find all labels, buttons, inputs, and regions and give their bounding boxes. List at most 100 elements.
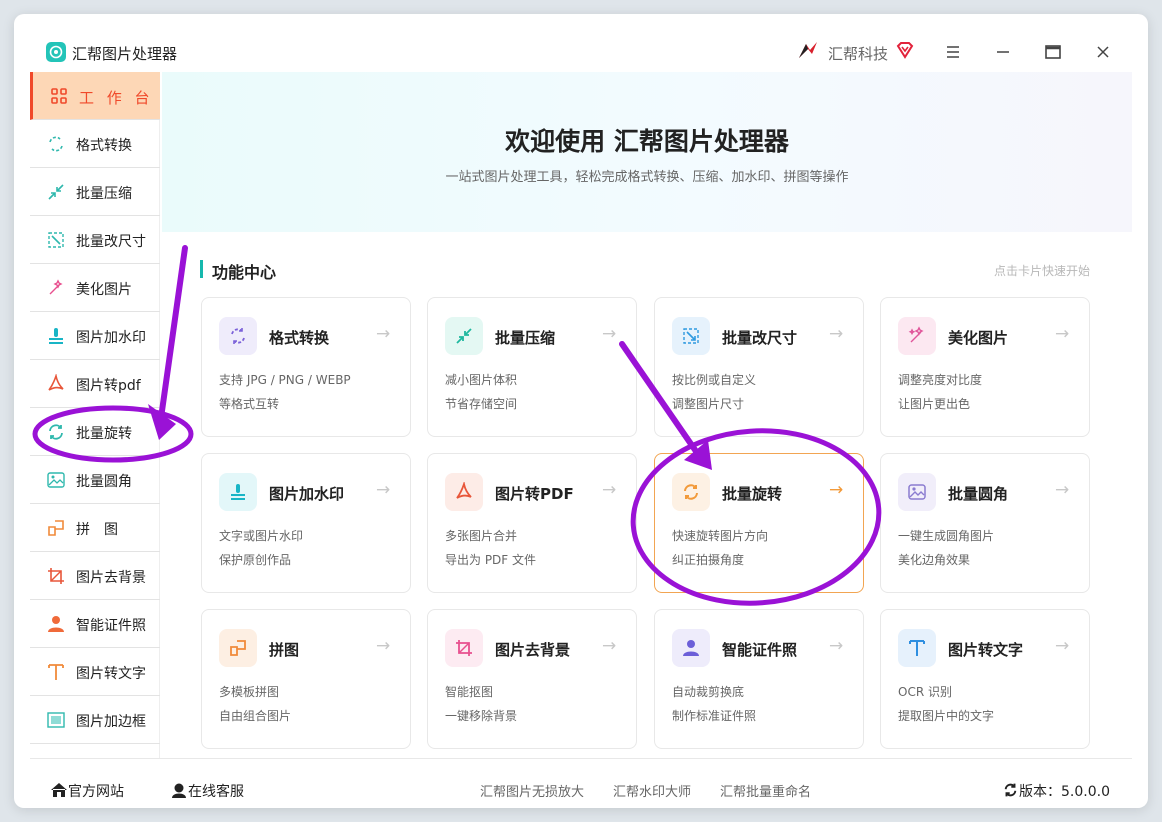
card-title: 拼图 <box>269 641 300 659</box>
card-desc: 调整图片尺寸 <box>672 397 745 411</box>
official-website-link[interactable]: 官方网站 <box>50 781 124 801</box>
close-button[interactable] <box>1091 40 1115 64</box>
refresh-icon <box>1004 783 1017 797</box>
arrow-right-icon: → <box>602 636 617 656</box>
watermark-icon <box>219 473 257 511</box>
footer-link-upscale[interactable]: 汇帮图片无损放大 <box>480 781 584 800</box>
sidebar-item-label: 美化图片 <box>76 282 132 298</box>
welcome-subtitle: 一站式图片处理工具，轻松完成格式转换、压缩、加水印、拼图等操作 <box>445 170 849 185</box>
card-watermark[interactable]: 图片加水印 → 文字或图片水印 保护原创作品 <box>201 453 411 593</box>
watermark-icon <box>49 328 63 344</box>
sidebar-item-label: 图片加水印 <box>76 330 146 346</box>
sidebar-item-label: 批量圆角 <box>76 474 132 490</box>
sidebar-item-rotate[interactable]: 批量旋转 <box>30 408 160 456</box>
convert-icon <box>219 317 257 355</box>
sidebar-item-collage[interactable]: 拼 图 <box>30 504 160 552</box>
card-desc: 自动裁剪换底 <box>672 685 745 699</box>
online-support-link[interactable]: 在线客服 <box>170 781 244 801</box>
card-desc: 纠正拍摄角度 <box>672 553 745 567</box>
sidebar-item-label: 工 作 台 <box>79 89 154 107</box>
card-resize[interactable]: 批量改尺寸 → 按比例或自定义 调整图片尺寸 <box>654 297 864 437</box>
card-desc: 节省存储空间 <box>445 397 518 411</box>
sidebar-item-watermark[interactable]: 图片加水印 <box>30 312 160 360</box>
arrow-right-icon: → <box>376 480 391 500</box>
beautify-icon <box>898 317 936 355</box>
support-agent-icon <box>172 783 186 798</box>
card-to-text[interactable]: 图片转文字 → OCR 识别 提取图片中的文字 <box>880 609 1090 749</box>
home-icon <box>51 783 67 797</box>
arrow-right-icon: → <box>829 636 844 656</box>
card-collage[interactable]: 拼图 → 多模板拼图 自由组合图片 <box>201 609 411 749</box>
card-beautify[interactable]: 美化图片 → 调整亮度对比度 让图片更出色 <box>880 297 1090 437</box>
sidebar-item-label: 图片去背景 <box>76 570 146 586</box>
card-round-corner[interactable]: 批量圆角 → 一键生成圆角图片 美化边角效果 <box>880 453 1090 593</box>
card-title: 美化图片 <box>948 329 1009 347</box>
arrow-right-icon: → <box>602 324 617 344</box>
text-icon <box>898 629 936 667</box>
card-title: 格式转换 <box>269 329 330 347</box>
menu-button[interactable] <box>941 40 965 64</box>
sidebar-item-label: 批量压缩 <box>76 186 132 202</box>
card-id-photo[interactable]: 智能证件照 → 自动裁剪换底 制作标准证件照 <box>654 609 864 749</box>
card-title: 图片加水印 <box>269 485 345 503</box>
card-format-convert[interactable]: 格式转换 → 支持 JPG / PNG / WEBP 等格式互转 <box>201 297 411 437</box>
person-icon <box>48 616 64 632</box>
card-compress[interactable]: 批量压缩 → 减小图片体积 节省存储空间 <box>427 297 637 437</box>
card-title: 批量压缩 <box>495 329 556 347</box>
sidebar-item-label: 图片转pdf <box>76 378 141 394</box>
sidebar-item-to-pdf[interactable]: 图片转pdf <box>30 360 160 408</box>
card-desc: 提取图片中的文字 <box>898 709 995 723</box>
footer-link-batch-rename[interactable]: 汇帮批量重命名 <box>720 781 811 800</box>
welcome-title: 欢迎使用 汇帮图片处理器 <box>505 127 789 156</box>
crop-icon <box>48 568 64 584</box>
sidebar: 工 作 台 格式转换 批量压缩 批量改尺寸 美化图片 图片加水印 图片转pdf <box>30 72 160 758</box>
pdf-icon <box>48 374 64 391</box>
brand-logo-icon <box>796 40 820 62</box>
sidebar-item-to-text[interactable]: 图片转文字 <box>30 648 160 696</box>
minimize-button[interactable] <box>991 40 1015 64</box>
arrow-right-icon: → <box>376 636 391 656</box>
sidebar-item-round-corner[interactable]: 批量圆角 <box>30 456 160 504</box>
vip-diamond-icon[interactable] <box>896 41 914 59</box>
arrow-right-icon: → <box>1055 480 1070 500</box>
card-desc: 文字或图片水印 <box>219 529 304 543</box>
card-desc: 多张图片合并 <box>445 529 518 543</box>
card-title: 批量改尺寸 <box>722 329 798 347</box>
footer-link-watermark-master[interactable]: 汇帮水印大师 <box>613 781 691 800</box>
sidebar-item-format-convert[interactable]: 格式转换 <box>30 120 160 168</box>
sidebar-item-frame[interactable]: 图片加边框 <box>30 696 160 744</box>
sidebar-item-resize[interactable]: 批量改尺寸 <box>30 216 160 264</box>
sidebar-item-id-photo[interactable]: 智能证件照 <box>30 600 160 648</box>
maximize-button[interactable] <box>1041 40 1065 64</box>
card-to-pdf[interactable]: 图片转PDF → 多张图片合并 导出为 PDF 文件 <box>427 453 637 593</box>
rotate-icon <box>49 424 63 440</box>
sidebar-item-label: 图片加边框 <box>76 714 146 730</box>
resize-icon <box>48 232 64 248</box>
sidebar-item-label: 拼 图 <box>76 522 118 538</box>
sidebar-item-label: 格式转换 <box>76 138 132 154</box>
collage-icon <box>219 629 257 667</box>
app-logo-icon <box>46 42 66 62</box>
section-accent-bar <box>200 260 203 278</box>
sidebar-item-beautify[interactable]: 美化图片 <box>30 264 160 312</box>
collage-icon <box>48 520 64 536</box>
card-title: 智能证件照 <box>722 641 798 659</box>
arrow-right-icon: → <box>1055 324 1070 344</box>
sidebar-item-label: 批量旋转 <box>76 426 132 442</box>
version-info: 版本：5.0.0.0 <box>1002 781 1110 801</box>
version-label: 版本：5.0.0.0 <box>1019 784 1110 800</box>
card-desc: 等格式互转 <box>219 397 280 411</box>
sidebar-item-workbench[interactable]: 工 作 台 <box>30 72 160 120</box>
arrow-right-icon: → <box>376 324 391 344</box>
card-remove-bg[interactable]: 图片去背景 → 智能抠图 一键移除背景 <box>427 609 637 749</box>
sidebar-item-compress[interactable]: 批量压缩 <box>30 168 160 216</box>
sidebar-item-label: 智能证件照 <box>76 618 146 634</box>
footer-label: 在线客服 <box>188 784 244 800</box>
card-desc: 制作标准证件照 <box>672 709 757 723</box>
card-desc: 自由组合图片 <box>219 709 292 723</box>
compress-icon <box>445 317 483 355</box>
card-title: 图片转文字 <box>948 641 1024 659</box>
card-desc: 调整亮度对比度 <box>898 373 983 387</box>
sidebar-item-remove-bg[interactable]: 图片去背景 <box>30 552 160 600</box>
card-rotate[interactable]: 批量旋转 → 快速旋转图片方向 纠正拍摄角度 <box>654 453 864 593</box>
